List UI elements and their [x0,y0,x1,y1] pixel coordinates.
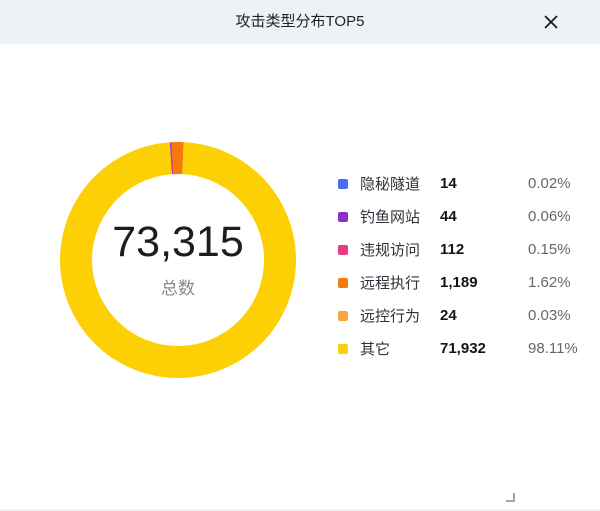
legend-swatch [338,278,348,288]
legend-label: 远程执行 [360,272,440,293]
legend-swatch [338,311,348,321]
legend-percent: 0.03% [528,307,571,324]
legend-swatch [338,179,348,189]
legend-percent: 0.06% [528,208,571,225]
donut-center: 73,315 总数 [92,174,264,346]
legend-row-phishing-site[interactable]: 钓鱼网站 44 0.06% [338,200,590,233]
legend-percent: 98.11% [528,340,578,357]
legend-label: 其它 [360,338,440,359]
legend-percent: 0.15% [528,241,571,258]
attack-type-distribution-modal: 攻击类型分布TOP5 73,315 总数 隐秘隧道 14 0.02% 钓鱼网站 [0,0,600,511]
legend-label: 隐秘隧道 [360,173,440,194]
donut-chart: 73,315 总数 [60,142,296,378]
legend-value: 14 [440,175,528,192]
legend-percent: 0.02% [528,175,571,192]
legend-value: 71,932 [440,340,528,357]
legend-swatch [338,212,348,222]
legend-row-other[interactable]: 其它 71,932 98.11% [338,332,590,365]
total-label: 总数 [161,274,195,299]
legend-value: 1,189 [440,274,528,291]
legend-value: 44 [440,208,528,225]
legend-row-remote-execution[interactable]: 远程执行 1,189 1.62% [338,266,590,299]
legend-row-violation-access[interactable]: 违规访问 112 0.15% [338,233,590,266]
close-icon [543,14,559,30]
chart-legend: 隐秘隧道 14 0.02% 钓鱼网站 44 0.06% 违规访问 112 0.1… [338,167,590,365]
legend-value: 24 [440,307,528,324]
legend-row-remote-control[interactable]: 远控行为 24 0.03% [338,299,590,332]
legend-label: 钓鱼网站 [360,206,440,227]
legend-swatch [338,245,348,255]
legend-label: 违规访问 [360,239,440,260]
corner-bracket-mark [506,493,515,502]
legend-swatch [338,344,348,354]
legend-row-hidden-tunnel[interactable]: 隐秘隧道 14 0.02% [338,167,590,200]
legend-percent: 1.62% [528,274,571,291]
close-button[interactable] [539,10,563,34]
modal-title: 攻击类型分布TOP5 [0,0,600,44]
legend-value: 112 [440,241,528,258]
total-value: 73,315 [112,221,244,264]
legend-label: 远控行为 [360,305,440,326]
modal-header: 攻击类型分布TOP5 [0,0,600,44]
